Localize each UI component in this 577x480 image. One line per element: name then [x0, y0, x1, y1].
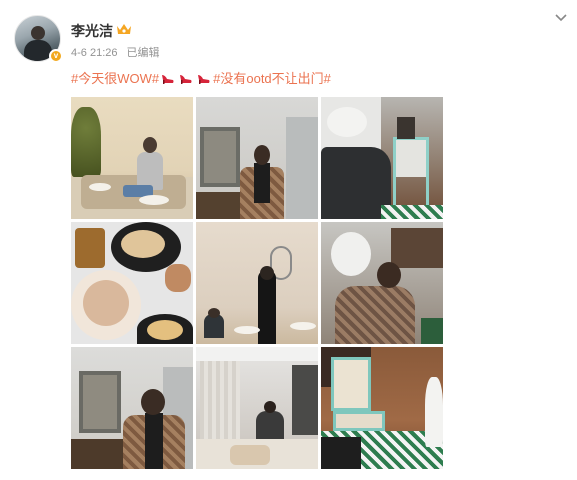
post-time[interactable]: 4-6 21:26 [71, 47, 117, 59]
photo-7[interactable] [71, 347, 193, 469]
username[interactable]: 李光洁 [71, 21, 113, 41]
photo-1[interactable] [71, 97, 193, 219]
hashtag-today-wow[interactable]: #今天很WOW# [71, 68, 159, 87]
photo-9[interactable] [321, 347, 443, 469]
photo-4[interactable] [71, 222, 193, 344]
verified-badge-icon: v [49, 49, 63, 63]
red-high-heel-icon [197, 71, 211, 85]
avatar-head [31, 26, 45, 40]
edited-label: 已编辑 [126, 47, 160, 59]
photo-5[interactable] [196, 222, 318, 344]
crown-icon [117, 24, 131, 34]
chevron-down-icon[interactable] [553, 12, 569, 24]
photo-6[interactable] [321, 222, 443, 344]
red-high-heel-icon [179, 71, 193, 85]
post-meta: 4-6 21:26 已编辑 [71, 44, 166, 60]
photo-2[interactable] [196, 97, 318, 219]
avatar-body [24, 40, 52, 61]
red-high-heel-icon [161, 71, 175, 85]
post-text: #今天很WOW# #没有ootd不让出门# [71, 68, 331, 87]
photo-8[interactable] [196, 347, 318, 469]
hashtag-no-ootd[interactable]: #没有ootd不让出门# [213, 68, 331, 87]
weibo-post: v 李光洁 4-6 21:26 已编辑 #今天很WOW# #没有ootd不让出门… [0, 0, 577, 480]
photo-3[interactable] [321, 97, 443, 219]
